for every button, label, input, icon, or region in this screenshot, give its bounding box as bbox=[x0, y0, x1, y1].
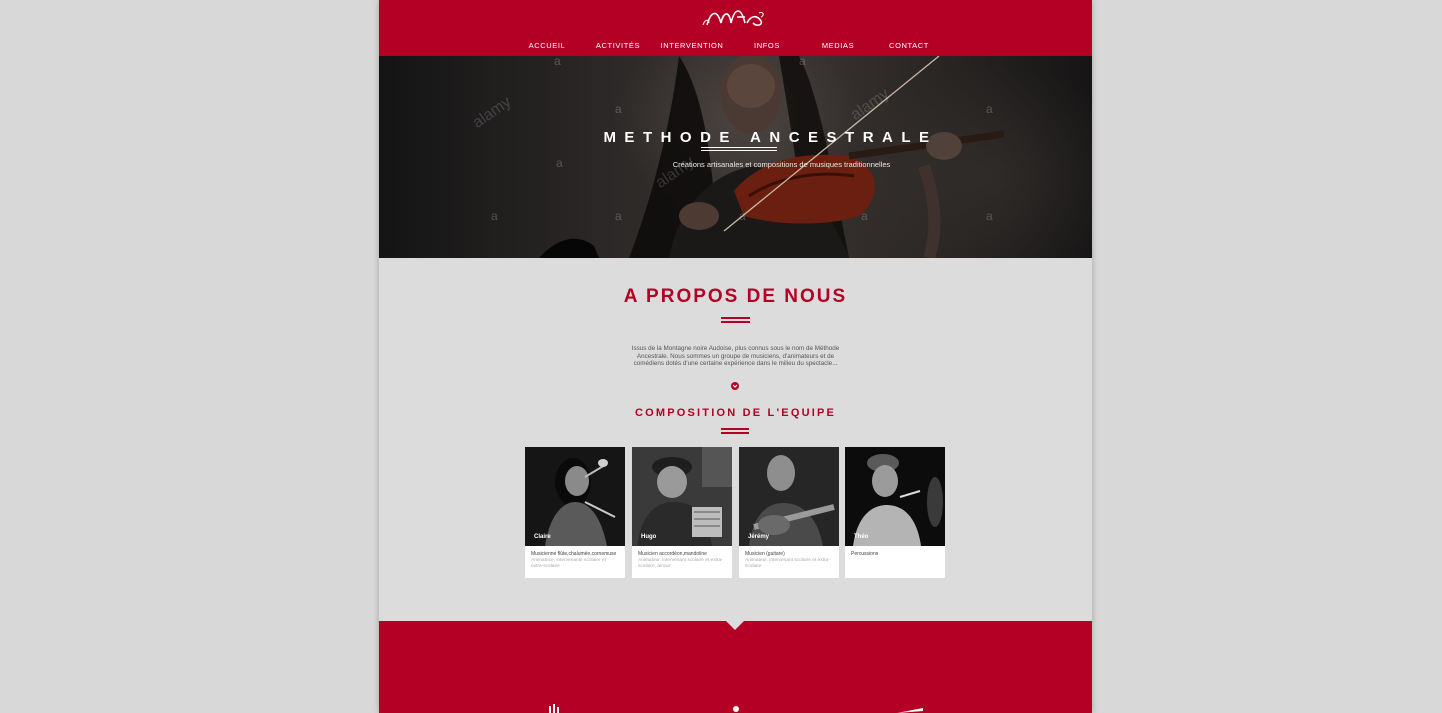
about-divider bbox=[721, 321, 750, 323]
member-name: Hugo bbox=[641, 534, 657, 540]
section-notch bbox=[726, 621, 744, 630]
watermark: a bbox=[491, 209, 498, 223]
nav-medias[interactable]: MEDIAS bbox=[822, 41, 854, 50]
member-photo bbox=[739, 447, 839, 546]
nav-infos[interactable]: INFOS bbox=[754, 41, 780, 50]
watermark: a bbox=[615, 209, 622, 223]
team-card-hugo[interactable]: Hugo Musicien accordéon,mandoline Animat… bbox=[632, 447, 732, 578]
watermark: a bbox=[739, 209, 746, 223]
about-title: A PROPOS DE NOUS bbox=[623, 286, 848, 307]
nav-intervention[interactable]: INTERVENTION bbox=[661, 41, 724, 50]
team-card-claire[interactable]: Claire Musicienne flûte,chalumée,cornemu… bbox=[525, 447, 625, 578]
nav-contact[interactable]: CONTACT bbox=[889, 41, 929, 50]
about-divider bbox=[721, 317, 750, 319]
person-icon bbox=[733, 706, 739, 712]
watermark: a bbox=[986, 102, 993, 116]
member-role: Percussions bbox=[851, 551, 879, 557]
music-icon bbox=[549, 704, 559, 713]
site-header: ACCUEIL ACTIVITÉS INTERVENTION INFOS MED… bbox=[379, 0, 1092, 56]
member-name: Claire bbox=[534, 534, 551, 540]
member-desc: Animateur, intervenant scolaire et extra… bbox=[638, 558, 723, 569]
watermark: a bbox=[615, 102, 622, 116]
page: ACCUEIL ACTIVITÉS INTERVENTION INFOS MED… bbox=[379, 0, 1092, 713]
team-title: COMPOSITION DE L'EQUIPE bbox=[634, 407, 837, 419]
team-card-jeremy[interactable]: Jérémy Musicien (guitare) Animateur, int… bbox=[739, 447, 839, 578]
logo[interactable] bbox=[701, 5, 767, 29]
about-text: Issus de la Montagne noire Audoise, plus… bbox=[631, 345, 840, 368]
member-desc: Animatrice, intervenante scolaire et ext… bbox=[531, 558, 606, 569]
member-role: Musicienne flûte,chalumée,cornemuse bbox=[531, 551, 617, 557]
member-name: Jérémy bbox=[748, 534, 770, 540]
watermark: a bbox=[799, 56, 806, 68]
team-card-theo[interactable]: Théo Percussions bbox=[845, 447, 945, 578]
member-photo bbox=[845, 447, 945, 546]
member-photo bbox=[525, 447, 625, 546]
main-nav: ACCUEIL ACTIVITÉS INTERVENTION INFOS MED… bbox=[379, 41, 1092, 53]
member-desc: Animateur, intervenant scolaire et extra… bbox=[745, 558, 830, 569]
member-role: Musicien (guitare) bbox=[745, 551, 785, 557]
team-divider bbox=[721, 432, 749, 434]
nav-activites[interactable]: ACTIVITÉS bbox=[596, 41, 640, 50]
watermark: a bbox=[554, 56, 561, 68]
arrow-icon bbox=[897, 708, 923, 713]
title-divider bbox=[701, 147, 777, 148]
watermark: a bbox=[861, 209, 868, 223]
hero-title: METHODE ANCESTRALE bbox=[603, 129, 938, 146]
chevron-down-icon[interactable] bbox=[731, 382, 739, 390]
hero-subtitle: Créations artisanales et compositions de… bbox=[672, 160, 891, 169]
member-photo bbox=[632, 447, 732, 546]
member-role: Musicien accordéon,mandoline bbox=[638, 551, 707, 557]
nav-accueil[interactable]: ACCUEIL bbox=[529, 41, 566, 50]
team-divider bbox=[721, 428, 749, 430]
watermark: a bbox=[986, 209, 993, 223]
title-divider bbox=[701, 150, 777, 151]
member-name: Théo bbox=[854, 534, 869, 540]
hero-violinist-image bbox=[539, 56, 1005, 258]
hero-banner: alamy alamy alamy a a a a a a a a a a ME… bbox=[379, 56, 1092, 258]
